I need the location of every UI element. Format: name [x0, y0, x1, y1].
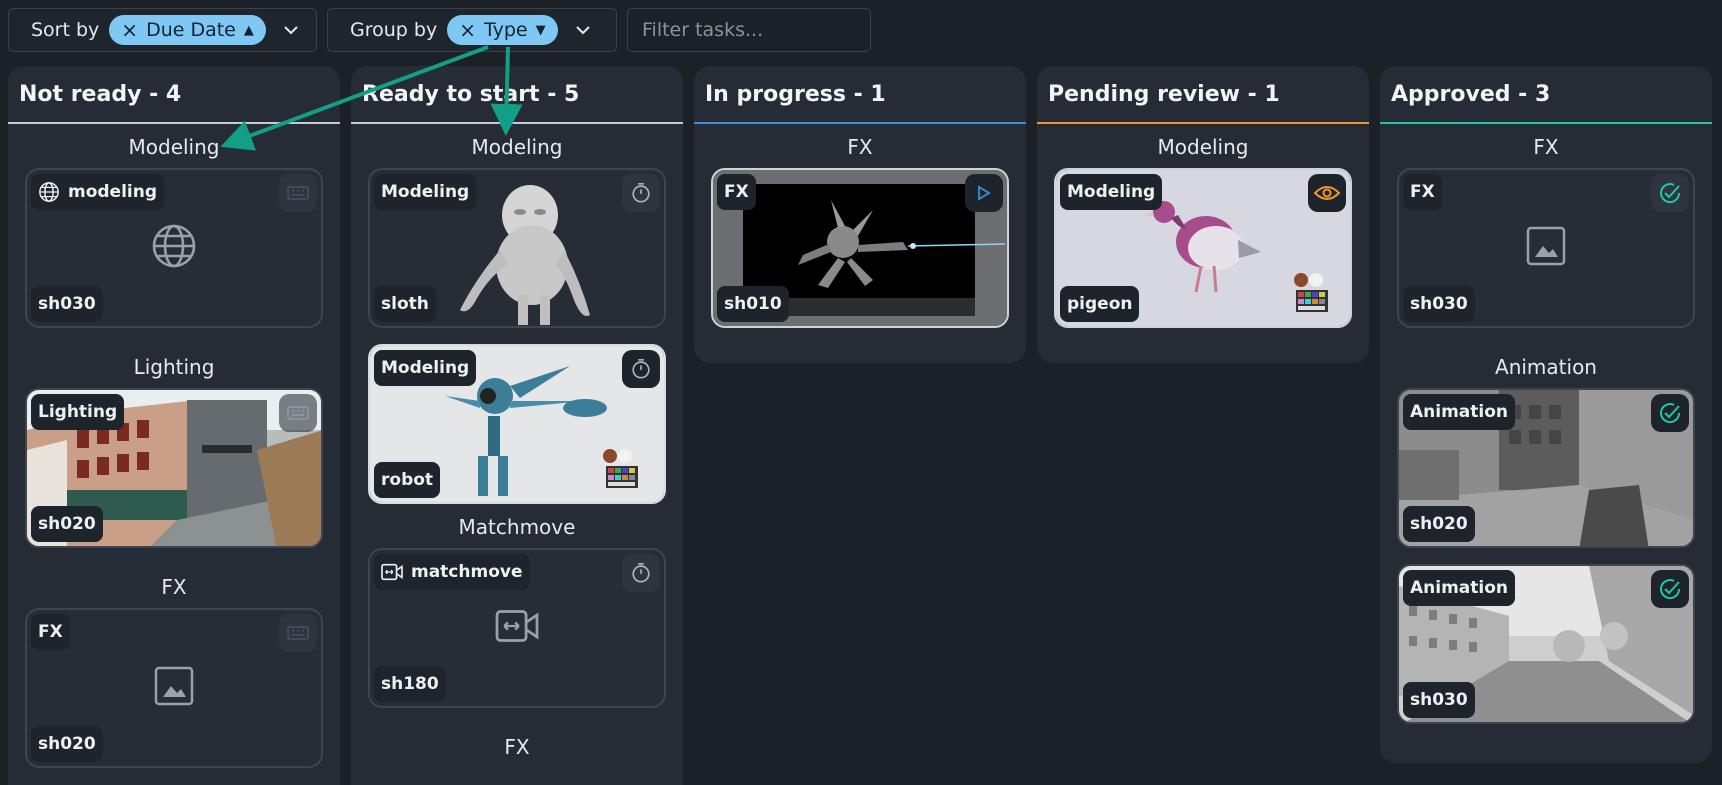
column-ready-to-start: Ready to start - 5 Modeling Modeling slo… [351, 66, 683, 785]
task-card[interactable]: Animation sh020 [1397, 388, 1695, 548]
filter-tasks-input[interactable] [640, 18, 858, 42]
task-type-badge: Modeling [374, 350, 477, 386]
task-card[interactable]: modeling sh030 [25, 168, 323, 328]
timer-icon[interactable] [622, 174, 660, 212]
sort-direction-icon[interactable]: ▲ [244, 23, 254, 38]
matchmove-icon [495, 606, 539, 650]
check-circle-icon[interactable] [1651, 394, 1689, 432]
task-type-badge: Animation [1403, 394, 1516, 430]
task-card[interactable]: FX sh010 [711, 168, 1009, 328]
task-type-badge: Modeling [374, 174, 477, 210]
task-shot-label: sh030 [31, 286, 103, 322]
group-title: Modeling [471, 135, 563, 159]
play-icon[interactable] [965, 174, 1003, 212]
task-shot-label: sloth [374, 286, 436, 322]
check-circle-icon[interactable] [1651, 174, 1689, 212]
group-title: Lighting [133, 355, 215, 379]
task-type-badge: Lighting [31, 394, 125, 430]
task-shot-label: robot [374, 462, 441, 498]
group-title: FX [1533, 135, 1559, 159]
task-type-label: matchmove [411, 562, 523, 582]
globe-icon [39, 182, 59, 202]
group-title: Matchmove [458, 515, 576, 539]
group-dropdown-chevron-icon[interactable] [568, 15, 598, 45]
group-label: Group by [350, 19, 438, 41]
remove-group-icon[interactable]: × [459, 20, 476, 40]
eye-icon[interactable] [1308, 174, 1346, 212]
task-type-badge: Modeling [1060, 174, 1163, 210]
column-not-ready: Not ready - 4 Modeling modeling sh030 Li… [8, 66, 340, 785]
task-shot-label: pigeon [1060, 286, 1140, 322]
group-value: Type [483, 19, 528, 41]
globe-icon [150, 222, 198, 274]
sort-value: Due Date [146, 19, 236, 41]
matchmove-icon [381, 563, 403, 581]
task-type-badge: FX [1403, 174, 1442, 210]
column-in-progress: In progress - 1 FX FX sh010 [694, 66, 1026, 363]
sort-dropdown-chevron-icon[interactable] [276, 15, 306, 45]
column-pending-review: Pending review - 1 Modeling Modeling pig… [1037, 66, 1369, 363]
task-shot-label: sh020 [31, 726, 103, 762]
task-type-label: modeling [68, 182, 158, 202]
task-shot-label: sh020 [31, 506, 103, 542]
filter-tasks-input-box[interactable] [627, 8, 871, 52]
column-title: Approved - 3 [1391, 81, 1551, 107]
task-card[interactable]: FX sh030 [1397, 168, 1695, 328]
task-shot-label: sh030 [1403, 682, 1475, 718]
group-title: Animation [1495, 355, 1597, 379]
group-caret-icon[interactable]: ▼ [536, 23, 546, 38]
task-card[interactable]: FX sh020 [25, 608, 323, 768]
task-shot-label: sh030 [1403, 286, 1475, 322]
sort-control[interactable]: Sort by × Due Date ▲ [8, 8, 317, 52]
not-ready-icon[interactable] [279, 174, 317, 212]
timer-icon[interactable] [622, 350, 660, 388]
not-ready-icon[interactable] [279, 614, 317, 652]
check-circle-icon[interactable] [1651, 570, 1689, 608]
sort-chip[interactable]: × Due Date ▲ [109, 15, 266, 45]
remove-sort-icon[interactable]: × [121, 20, 138, 40]
task-card[interactable]: Animation sh030 [1397, 564, 1695, 724]
task-card[interactable]: Modeling robot [368, 344, 666, 504]
group-control[interactable]: Group by × Type ▼ [327, 8, 617, 52]
task-type-badge: Animation [1403, 570, 1516, 606]
column-title: In progress - 1 [705, 81, 886, 107]
task-type-badge: matchmove [374, 554, 530, 590]
task-type-badge: FX [717, 174, 756, 210]
group-title: FX [847, 135, 873, 159]
column-title: Ready to start - 5 [362, 81, 580, 107]
task-shot-label: sh020 [1403, 506, 1475, 542]
image-placeholder-icon [1526, 226, 1566, 270]
task-type-badge: modeling [31, 174, 165, 210]
column-approved: Approved - 3 FX FX sh030 Animation Anima… [1380, 66, 1712, 763]
group-title: FX [504, 735, 530, 759]
task-card[interactable]: Modeling sloth [368, 168, 666, 328]
column-title: Not ready - 4 [19, 81, 182, 107]
task-card[interactable]: Lighting sh020 [25, 388, 323, 548]
group-chip[interactable]: × Type ▼ [447, 15, 558, 45]
task-card[interactable]: matchmove sh180 [368, 548, 666, 708]
group-title: FX [161, 575, 187, 599]
task-shot-label: sh180 [374, 666, 446, 702]
task-shot-label: sh010 [717, 286, 789, 322]
group-title: Modeling [128, 135, 220, 159]
toolbar: Sort by × Due Date ▲ Group by × Type ▼ [8, 8, 871, 52]
column-title: Pending review - 1 [1048, 81, 1280, 107]
not-ready-icon[interactable] [279, 394, 317, 432]
task-type-badge: FX [31, 614, 70, 650]
task-card[interactable]: Modeling pigeon [1054, 168, 1352, 328]
group-title: Modeling [1157, 135, 1249, 159]
image-placeholder-icon [154, 666, 194, 710]
sort-label: Sort by [31, 19, 100, 41]
timer-icon[interactable] [622, 554, 660, 592]
